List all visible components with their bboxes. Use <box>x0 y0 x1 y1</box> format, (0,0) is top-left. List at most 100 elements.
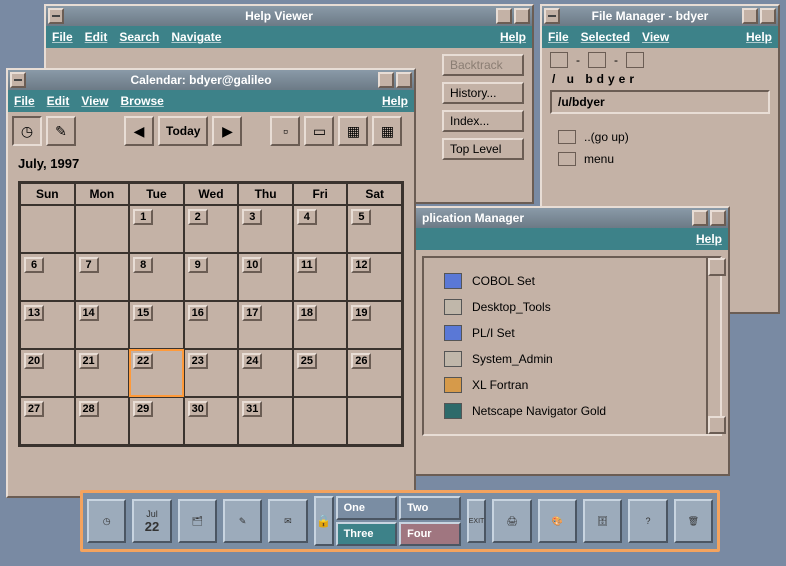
menu-file[interactable]: File <box>52 30 73 44</box>
maximize-button[interactable] <box>396 72 412 88</box>
next-button[interactable]: ▶ <box>212 116 242 146</box>
app-item[interactable]: Netscape Navigator Gold <box>444 398 700 424</box>
day-cell[interactable]: 18 <box>293 301 348 349</box>
day-cell[interactable]: 20 <box>20 349 75 397</box>
day-cell[interactable]: 13 <box>20 301 75 349</box>
day-cell[interactable]: 25 <box>293 349 348 397</box>
cal-titlebar[interactable]: Calendar: bdyer@galileo <box>8 70 414 90</box>
day-cell[interactable]: 8 <box>129 253 184 301</box>
day-cell[interactable]: 14 <box>75 301 130 349</box>
todo-icon[interactable]: ✎ <box>46 116 76 146</box>
menu-selected[interactable]: Selected <box>581 30 630 44</box>
today-button[interactable]: Today <box>158 116 208 146</box>
day-cell[interactable]: 11 <box>293 253 348 301</box>
day-cell[interactable]: 22 <box>129 349 184 397</box>
app-item[interactable]: PL/I Set <box>444 320 700 346</box>
maximize-button[interactable] <box>760 8 776 24</box>
menu-edit[interactable]: Edit <box>85 30 108 44</box>
fm-breadcrumb[interactable]: / u bdyer <box>542 72 778 90</box>
app-item[interactable]: XL Fortran <box>444 372 700 398</box>
maximize-button[interactable] <box>710 210 726 226</box>
day-cell[interactable]: 3 <box>238 205 293 253</box>
minimize-button[interactable] <box>496 8 512 24</box>
day-cell[interactable]: 6 <box>20 253 75 301</box>
workspace-one[interactable]: One <box>336 496 398 520</box>
appmgr-titlebar[interactable]: plication Manager <box>416 208 728 228</box>
minimize-button[interactable] <box>692 210 708 226</box>
workspace-three[interactable]: Three <box>336 522 398 546</box>
maximize-button[interactable] <box>514 8 530 24</box>
day-cell[interactable]: 12 <box>347 253 402 301</box>
sysmenu-icon[interactable] <box>10 72 26 88</box>
day-cell[interactable]: 1 <box>129 205 184 253</box>
menu-edit[interactable]: Edit <box>47 94 70 108</box>
menu-file[interactable]: File <box>14 94 35 108</box>
day-cell[interactable]: 31 <box>238 397 293 445</box>
day-cell[interactable]: 30 <box>184 397 239 445</box>
day-view-icon[interactable]: ▫ <box>270 116 300 146</box>
help-titlebar[interactable]: Help Viewer <box>46 6 532 26</box>
calendar-dock-icon[interactable]: Jul 22 <box>132 499 171 543</box>
trash-dock-icon[interactable]: 🗑 <box>674 499 713 543</box>
minimize-button[interactable] <box>378 72 394 88</box>
day-cell[interactable]: 26 <box>347 349 402 397</box>
workspace-two[interactable]: Two <box>399 496 461 520</box>
day-cell[interactable]: 4 <box>293 205 348 253</box>
printer-dock-icon[interactable]: 🖨 <box>492 499 531 543</box>
lock-icon[interactable]: 🔒 <box>314 496 334 546</box>
folder-icon[interactable] <box>550 52 568 68</box>
mail-dock-icon[interactable]: ✉ <box>268 499 307 543</box>
menu-view[interactable]: View <box>642 30 669 44</box>
day-cell[interactable]: 10 <box>238 253 293 301</box>
menu-navigate[interactable]: Navigate <box>171 30 221 44</box>
menu-search[interactable]: Search <box>119 30 159 44</box>
year-view-icon[interactable]: ▦ <box>372 116 402 146</box>
clock-icon[interactable]: ◷ <box>87 499 126 543</box>
day-cell[interactable]: 27 <box>20 397 75 445</box>
day-cell[interactable]: 28 <box>75 397 130 445</box>
folder-icon[interactable] <box>588 52 606 68</box>
day-cell[interactable]: 16 <box>184 301 239 349</box>
menu-help[interactable]: Help <box>382 94 408 108</box>
backtrack-button[interactable]: Backtrack <box>442 54 524 76</box>
prev-button[interactable]: ◀ <box>124 116 154 146</box>
day-cell[interactable]: 17 <box>238 301 293 349</box>
app-item[interactable]: Desktop_Tools <box>444 294 700 320</box>
menu-help[interactable]: Help <box>500 30 526 44</box>
menu-view[interactable]: View <box>81 94 108 108</box>
day-cell[interactable]: 5 <box>347 205 402 253</box>
month-view-icon[interactable]: ▦ <box>338 116 368 146</box>
menu-help[interactable]: Help <box>746 30 772 44</box>
index-button[interactable]: Index... <box>442 110 524 132</box>
minimize-button[interactable] <box>742 8 758 24</box>
fm-path-input[interactable]: /u/bdyer <box>550 90 770 114</box>
day-cell[interactable]: 15 <box>129 301 184 349</box>
appointment-icon[interactable]: ◷ <box>12 116 42 146</box>
style-dock-icon[interactable]: 🎨 <box>538 499 577 543</box>
day-cell[interactable]: 29 <box>129 397 184 445</box>
list-item[interactable]: ..(go up) <box>556 126 764 148</box>
day-cell[interactable]: 7 <box>75 253 130 301</box>
workspace-four[interactable]: Four <box>399 522 461 546</box>
fm-titlebar[interactable]: File Manager - bdyer <box>542 6 778 26</box>
app-item[interactable]: System_Admin <box>444 346 700 372</box>
list-item[interactable]: menu <box>556 148 764 170</box>
day-cell[interactable]: 19 <box>347 301 402 349</box>
scrollbar[interactable] <box>706 258 720 434</box>
filemgr-dock-icon[interactable]: 🗂 <box>178 499 217 543</box>
day-cell[interactable]: 23 <box>184 349 239 397</box>
menu-file[interactable]: File <box>548 30 569 44</box>
folder-icon[interactable] <box>626 52 644 68</box>
history-button[interactable]: History... <box>442 82 524 104</box>
day-cell[interactable]: 21 <box>75 349 130 397</box>
week-view-icon[interactable]: ▭ <box>304 116 334 146</box>
menu-help[interactable]: Help <box>696 232 722 246</box>
help-dock-icon[interactable]: ? <box>628 499 667 543</box>
editor-dock-icon[interactable]: ✎ <box>223 499 262 543</box>
sysmenu-icon[interactable] <box>48 8 64 24</box>
sysmenu-icon[interactable] <box>544 8 560 24</box>
appmgr-dock-icon[interactable]: 🗄 <box>583 499 622 543</box>
day-cell[interactable]: 2 <box>184 205 239 253</box>
toplevel-button[interactable]: Top Level <box>442 138 524 160</box>
day-cell[interactable]: 24 <box>238 349 293 397</box>
